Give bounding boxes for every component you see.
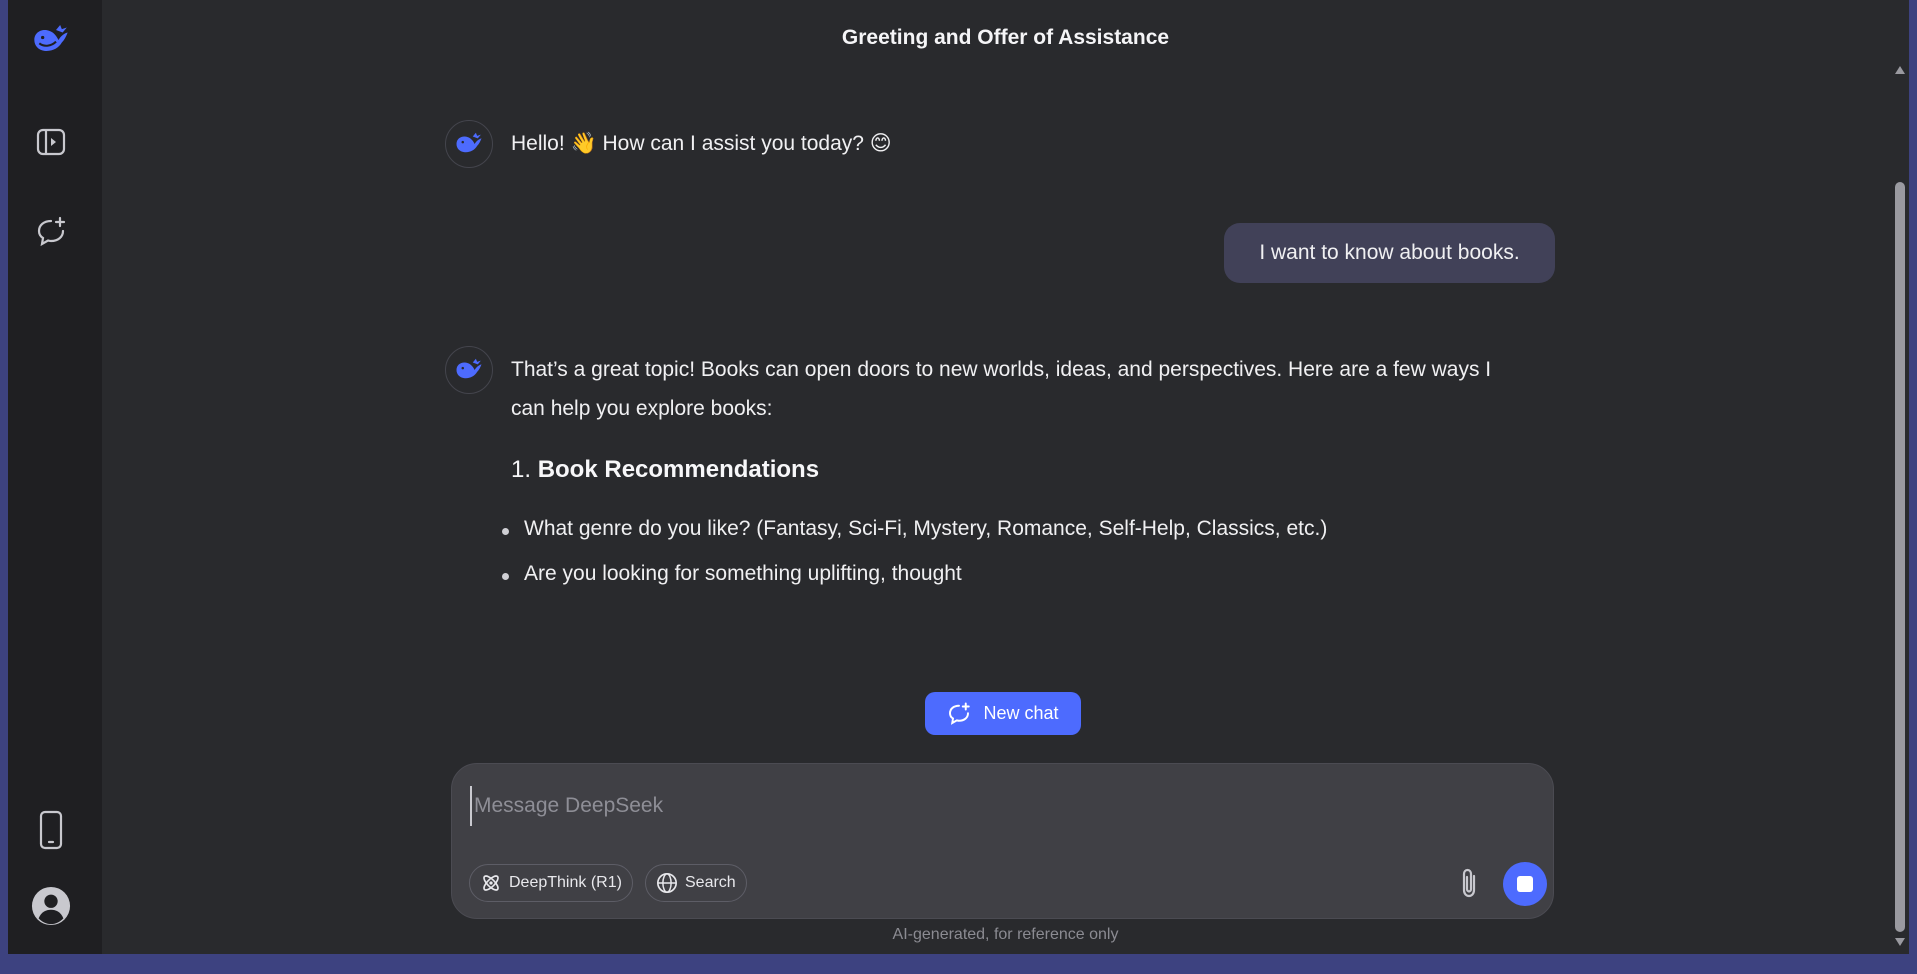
expand-sidebar-icon[interactable] [31, 122, 71, 162]
composer: DeepThink (R1) Search [451, 763, 1554, 919]
whale-logo-icon[interactable] [31, 20, 71, 60]
heading-text: Book Recommendations [537, 456, 820, 483]
scroll-thumb[interactable] [1895, 182, 1905, 932]
scroll-down-arrow-icon[interactable] [1895, 938, 1905, 946]
assistant-avatar [445, 120, 493, 168]
user-profile-icon[interactable] [31, 886, 71, 926]
attach-file-icon[interactable] [1452, 866, 1486, 900]
heading-number: 1. [511, 456, 532, 483]
new-chat-icon[interactable] [31, 212, 71, 252]
deepthink-label: DeepThink (R1) [509, 874, 622, 891]
globe-icon [657, 873, 677, 893]
stop-icon [1517, 876, 1533, 892]
mobile-app-icon[interactable] [31, 810, 71, 850]
list-item: Are you looking for something uplifting,… [502, 562, 962, 585]
assistant-reply-line: can help you explore books: [511, 397, 773, 420]
app-window: Greeting and Offer of Assistance Hello! … [8, 0, 1909, 954]
list-item: What genre do you like? (Fantasy, Sci-Fi… [501, 517, 1328, 540]
scrollbar[interactable] [1891, 58, 1907, 954]
main-panel: Greeting and Offer of Assistance Hello! … [102, 0, 1909, 954]
new-chat-label: New chat [983, 703, 1059, 723]
stop-generating-button[interactable] [1503, 862, 1547, 906]
assistant-reply-line: That’s a great topic! Books can open doo… [511, 358, 1492, 381]
new-chat-button[interactable]: New chat [925, 692, 1081, 735]
atom-icon [483, 875, 499, 891]
search-toggle[interactable]: Search [645, 864, 747, 902]
assistant-avatar [445, 346, 493, 394]
search-label: Search [685, 874, 736, 891]
message-input[interactable] [470, 786, 1530, 826]
new-chat-icon [949, 702, 971, 725]
user-message-bubble: I want to know about books. [1224, 223, 1555, 283]
sidebar [8, 0, 102, 954]
page-title: Greeting and Offer of Assistance [841, 26, 1170, 49]
scroll-up-arrow-icon[interactable] [1895, 66, 1905, 74]
deepthink-toggle[interactable]: DeepThink (R1) [469, 864, 633, 902]
reply-heading: 1. Book Recommendations [511, 456, 819, 484]
ai-disclaimer: AI-generated, for reference only [892, 926, 1119, 943]
assistant-greeting: Hello! 👋 How can I assist you today? 😊 [511, 132, 892, 155]
